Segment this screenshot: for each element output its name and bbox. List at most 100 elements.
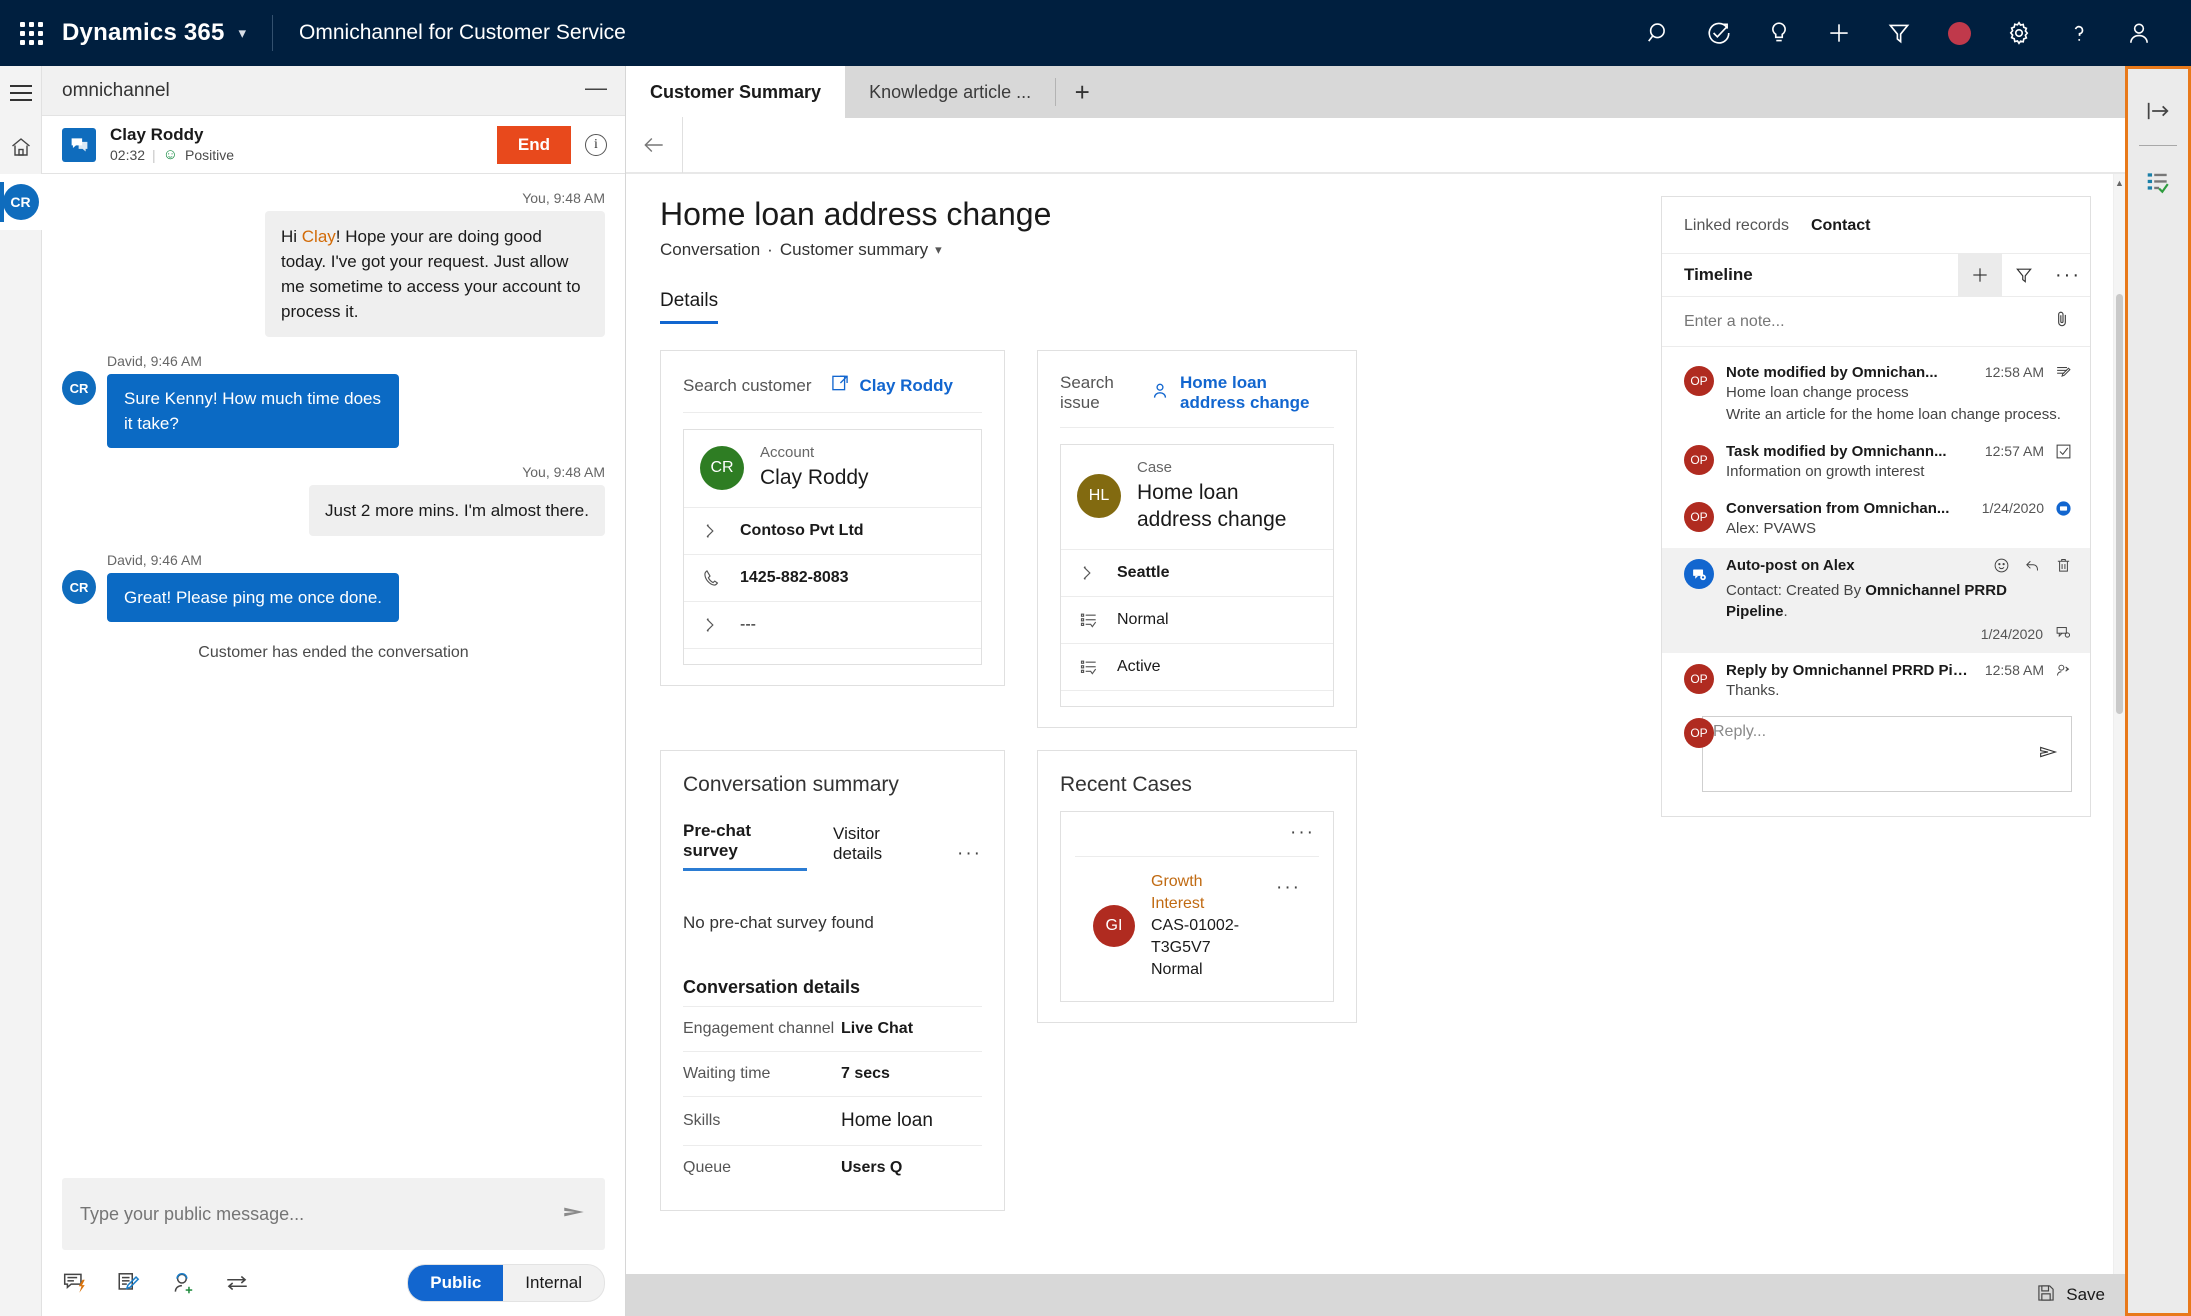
consult-icon[interactable] (170, 1270, 196, 1296)
info-icon[interactable]: i (585, 133, 607, 156)
message-input-wrapper[interactable] (62, 1178, 605, 1250)
expand-panel-icon[interactable] (2125, 85, 2191, 137)
delete-icon[interactable] (2055, 557, 2072, 579)
plus-icon[interactable] (1958, 253, 2002, 297)
save-icon (2036, 1283, 2056, 1308)
sentiment-smiley-icon: ☺ (162, 146, 179, 163)
send-icon[interactable] (2037, 741, 2059, 768)
tab-customer-summary[interactable]: Customer Summary (626, 66, 846, 118)
recent-cases-heading: Recent Cases (1060, 773, 1192, 796)
transfer-icon[interactable] (224, 1270, 250, 1296)
timeline-item-auto-post[interactable]: Auto-post on Alex Contact: Created By Om… (1662, 548, 2090, 653)
note-icon[interactable] (116, 1270, 142, 1296)
detail-key: Engagement channel (683, 1020, 835, 1037)
help-icon[interactable] (2049, 0, 2109, 66)
message-input[interactable] (80, 1203, 561, 1225)
scroll-up-arrow-icon[interactable]: ▲ (2114, 178, 2125, 188)
message-row: CR David, 9:46 AM Great! Please ping me … (62, 552, 605, 622)
case-title: Growth Interest (1151, 873, 1205, 912)
timeline-note-row[interactable] (1662, 297, 2090, 347)
filter-icon[interactable] (2002, 253, 2046, 297)
minimize-icon[interactable]: — (585, 76, 607, 99)
tab-knowledge-article[interactable]: Knowledge article ... (845, 66, 1055, 118)
timeline-note-input[interactable] (1684, 312, 2052, 331)
account-header: CR Account Clay Roddy (684, 430, 981, 507)
pre-chat-empty-message: No pre-chat survey found (683, 913, 874, 932)
agent-script-icon[interactable] (2125, 156, 2191, 208)
session-tabs: Customer Summary Knowledge article ... + (626, 66, 2125, 118)
breadcrumb-customer-summary[interactable]: Customer summary (780, 240, 928, 260)
more-options-icon[interactable]: ··· (957, 843, 982, 865)
sidebar-item-active-session[interactable]: CR (0, 174, 42, 230)
case-record-link[interactable]: Home loan address change (1150, 373, 1334, 413)
item-actions (1993, 557, 2072, 579)
mode-internal-option[interactable]: Internal (503, 1265, 604, 1301)
tab-details[interactable]: Details (660, 290, 719, 324)
tab-contact[interactable]: Contact (1811, 217, 1871, 235)
check-circle-arrow-icon[interactable] (1689, 0, 1749, 66)
avatar: OP (1684, 445, 1714, 475)
case-card: Search issue Home loan address change HL… (1037, 350, 1357, 728)
message-mode-toggle[interactable]: Public Internal (407, 1264, 605, 1302)
timeline-item-note[interactable]: OP Note modified by Omnichan... 12:58 AM (1662, 355, 2090, 434)
plus-icon[interactable] (1809, 0, 1869, 66)
item-time: 12:58 AM (1984, 364, 2044, 380)
system-message: Customer has ended the conversation (198, 644, 469, 661)
scrollbar-thumb[interactable] (2116, 294, 2123, 714)
case-more-options-icon[interactable]: ··· (1276, 871, 1301, 899)
lightbulb-icon[interactable] (1749, 0, 1809, 66)
hamburger-icon[interactable] (0, 66, 42, 120)
item-footer: 1/24/2020 (1726, 624, 2072, 644)
tab-linked-records[interactable]: Linked records (1684, 217, 1789, 235)
app-launcher-button[interactable] (0, 21, 62, 45)
conversation-header: Clay Roddy 02:32 | ☺ Positive End i (42, 116, 625, 174)
gear-icon[interactable] (1989, 0, 2049, 66)
timeline-item-task[interactable]: OP Task modified by Omnichann... 12:57 A… (1662, 434, 2090, 491)
case-field-location: Seattle (1061, 549, 1333, 596)
customer-record-name: Clay Roddy (859, 375, 954, 395)
conversation-meta: 02:32 | ☺ Positive (110, 146, 483, 164)
divider (2139, 145, 2177, 146)
list-item[interactable]: GI Growth Interest CAS-01002-T3G5V7 Norm… (1075, 856, 1319, 1001)
avatar: OP (1684, 664, 1714, 694)
conversation-header-text: Clay Roddy 02:32 | ☺ Positive (110, 125, 483, 164)
home-icon[interactable] (0, 120, 42, 174)
back-arrow-icon[interactable] (626, 132, 682, 158)
save-button[interactable]: Save (2036, 1283, 2105, 1308)
item-title: Note modified by Omnichan... (1726, 364, 1938, 381)
chevron-down-icon[interactable]: ▾ (935, 242, 942, 258)
quick-reply-icon[interactable] (62, 1270, 88, 1296)
item-subtitle: Thanks. (1726, 682, 1780, 699)
search-icon[interactable] (1629, 0, 1689, 66)
status-dot-icon[interactable] (1929, 0, 1989, 66)
timeline-item-reply[interactable]: OP Reply by Omnichannel PRRD Pipeline 12… (1662, 653, 2090, 710)
chat-badge-icon (2054, 500, 2072, 517)
reply-icon[interactable] (2024, 557, 2041, 579)
timeline-reply-input[interactable] (1713, 723, 2037, 741)
content-scrollbar[interactable]: ▲ (2113, 174, 2125, 1274)
incoming-message: CR David, 9:46 AM Great! Please ping me … (62, 552, 605, 622)
item-body: Task modified by Omnichann... 12:57 AM I… (1726, 443, 2072, 482)
end-conversation-button[interactable]: End (496, 125, 571, 164)
account-field-phone: 1425-882-8083 (684, 554, 981, 601)
top-navigation-bar: Dynamics 365 ▾ Omnichannel for Customer … (0, 0, 2191, 66)
add-tab-button[interactable]: + (1056, 66, 1108, 118)
more-options-icon[interactable]: ··· (1290, 822, 1315, 844)
message-meta: David, 9:46 AM (107, 353, 202, 369)
send-icon[interactable] (561, 1199, 587, 1230)
timeline-reply-box[interactable] (1702, 716, 2072, 792)
emoji-icon[interactable] (1993, 557, 2010, 579)
tab-visitor-details[interactable]: Visitor details (833, 824, 931, 871)
message-row: You, 9:48 AM Hi Clay! Hope your are doin… (62, 190, 605, 337)
chevron-down-icon[interactable]: ▾ (239, 24, 247, 42)
message-list: You, 9:48 AM Hi Clay! Hope your are doin… (42, 174, 625, 1178)
timeline-item-conversation[interactable]: OP Conversation from Omnichan... 1/24/20… (1662, 491, 2090, 548)
customer-record-link[interactable]: Clay Roddy (830, 373, 954, 398)
paperclip-icon[interactable] (2052, 309, 2072, 334)
item-header: Reply by Omnichannel PRRD Pipeline 12:58… (1726, 662, 2072, 679)
filter-icon[interactable] (1869, 0, 1929, 66)
more-icon[interactable]: ··· (2046, 253, 2090, 297)
tab-pre-chat-survey[interactable]: Pre-chat survey (683, 821, 808, 871)
user-avatar-icon[interactable] (2109, 0, 2169, 66)
mode-public-option[interactable]: Public (408, 1265, 504, 1301)
